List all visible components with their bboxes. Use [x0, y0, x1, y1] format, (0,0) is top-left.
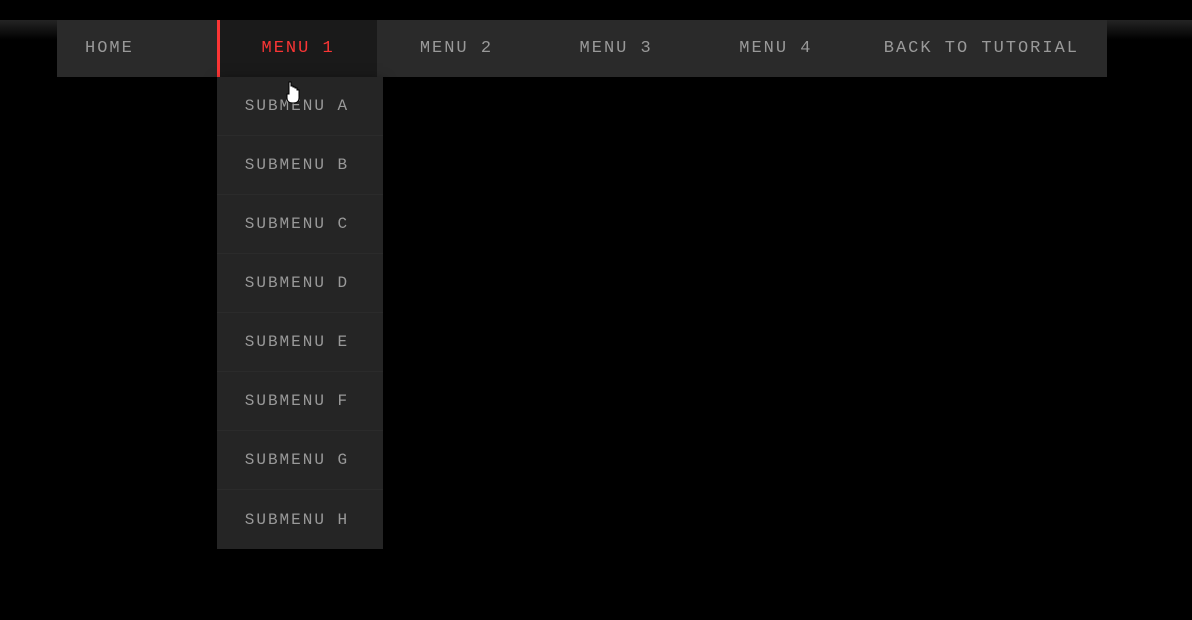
nav-menu-2-label: MENU 2 [420, 39, 493, 58]
submenu-label: SUBMENU A [245, 97, 349, 115]
nav-menu-2[interactable]: MENU 2 [377, 20, 537, 77]
dropdown-menu-1: SUBMENU A SUBMENU B SUBMENU C SUBMENU D … [217, 77, 383, 549]
nav-menu-3[interactable]: MENU 3 [536, 20, 696, 77]
submenu-label: SUBMENU B [245, 156, 349, 174]
submenu-label: SUBMENU C [245, 215, 349, 233]
submenu-label: SUBMENU F [245, 392, 349, 410]
submenu-item[interactable]: SUBMENU E [217, 313, 383, 372]
submenu-item[interactable]: SUBMENU C [217, 195, 383, 254]
nav-menu-4-label: MENU 4 [739, 39, 812, 58]
submenu-item[interactable]: SUBMENU B [217, 136, 383, 195]
submenu-label: SUBMENU D [245, 274, 349, 292]
nav-menu-4[interactable]: MENU 4 [696, 20, 856, 77]
submenu-item[interactable]: SUBMENU D [217, 254, 383, 313]
main-navbar: HOME MENU 1 SUBMENU A SUBMENU B SUBMENU … [57, 20, 1107, 77]
nav-back-label: BACK TO TUTORIAL [884, 39, 1079, 58]
submenu-label: SUBMENU E [245, 333, 349, 351]
nav-back-tutorial[interactable]: BACK TO TUTORIAL [856, 20, 1107, 77]
submenu-label: SUBMENU G [245, 451, 349, 469]
submenu-item[interactable]: SUBMENU G [217, 431, 383, 490]
submenu-item[interactable]: SUBMENU H [217, 490, 383, 549]
nav-menu-1-label: MENU 1 [262, 39, 335, 58]
nav-menu-3-label: MENU 3 [580, 39, 653, 58]
nav-menu-1[interactable]: MENU 1 SUBMENU A SUBMENU B SUBMENU C SUB… [217, 20, 377, 77]
submenu-item[interactable]: SUBMENU F [217, 372, 383, 431]
submenu-label: SUBMENU H [245, 511, 349, 529]
nav-home-label: HOME [85, 39, 134, 58]
submenu-item[interactable]: SUBMENU A [217, 77, 383, 136]
nav-home[interactable]: HOME [57, 20, 217, 77]
